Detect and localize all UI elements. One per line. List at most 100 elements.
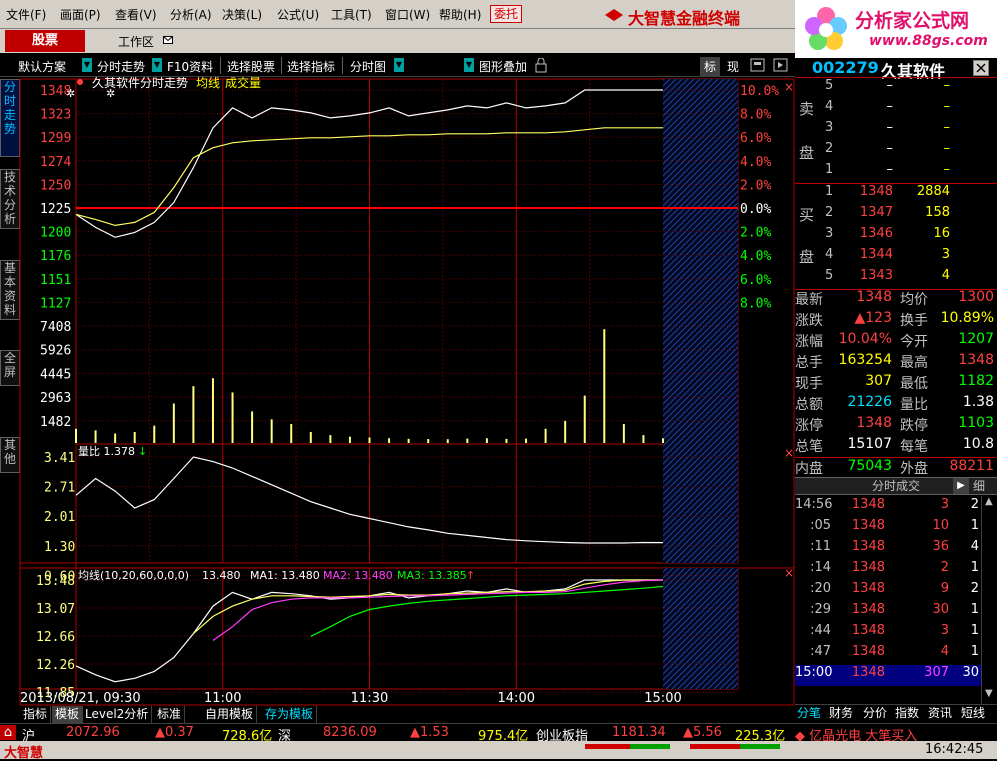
tick-row: 14:56 1348 3 2 [795, 497, 997, 518]
mail-icon[interactable] [163, 35, 173, 45]
tab-indicator[interactable]: 指标 [20, 706, 52, 723]
detail-button[interactable]: 细 [973, 478, 985, 494]
menu-analysis[interactable]: 分析(A) [170, 6, 212, 23]
tab-standard[interactable]: 标准 [154, 706, 186, 723]
tick-volume: 10 [932, 518, 949, 533]
toolbar-divider [342, 57, 343, 74]
tab-custom-template[interactable]: 自用模板 [202, 706, 258, 723]
volratio-tick-label: 2.71 [44, 481, 75, 496]
select-indicator-button[interactable]: 选择指标 [287, 58, 335, 75]
tick-row: :05 1348 10 1 [795, 518, 997, 539]
tab-level2[interactable]: Level2分析 [82, 706, 153, 723]
stat-label: 最低 [900, 376, 928, 392]
mark-button[interactable]: 标 [700, 57, 721, 76]
tick-time: :44 [810, 623, 831, 638]
ask-row[interactable]: 2 – – [795, 141, 997, 162]
intraday-select[interactable]: 分时走势 [97, 58, 145, 75]
f10-button[interactable]: F10资料 [167, 58, 213, 75]
scroll-up-icon[interactable]: ▲ [985, 496, 993, 507]
menu-file[interactable]: 文件(F) [6, 6, 46, 23]
tick-row: :11 1348 36 4 [795, 539, 997, 560]
percent-tick-label: 4.0% [740, 249, 771, 264]
ticker-home-icon[interactable]: ⌂ [0, 725, 16, 740]
ask-volume: – [943, 141, 951, 156]
percent-tick-label: 2.0% [740, 178, 771, 193]
indicator-tabs: 指标 模板 Level2分析 标准 自用模板 存为模板 [0, 706, 795, 723]
stat-label: 总手 [795, 355, 823, 371]
stat-value: 10.89% [940, 310, 994, 326]
menu-formula[interactable]: 公式(U) [277, 6, 319, 23]
tab-workspace[interactable]: 工作区 [118, 33, 154, 50]
menu-help[interactable]: 帮助(H) [439, 6, 481, 23]
clock: 16:42:45 [925, 742, 984, 757]
intraday-chart[interactable]: 1348 10.0%1323 8.0%1299 6.0%1274 4.0%1250 2.0… [0, 77, 795, 707]
bid-row[interactable]: 4 1344 3 [795, 247, 997, 268]
tick-price: 1348 [851, 539, 885, 554]
bid-level: 4 [825, 247, 834, 262]
intraday-chart-select[interactable]: 分时图 [350, 58, 386, 75]
bid-row[interactable]: 1 1348 2884 [795, 184, 997, 205]
down-ratio-bar-2 [740, 744, 780, 749]
ask-row[interactable]: 5 – – [795, 78, 997, 99]
stat-value: ▲123 [854, 310, 893, 326]
menu-decision[interactable]: 决策(L) [222, 6, 262, 23]
tab-finance[interactable]: 财务 [829, 705, 853, 722]
close-icon[interactable] [973, 60, 989, 76]
menu-tools[interactable]: 工具(T) [331, 6, 372, 23]
bid-level: 2 [825, 205, 834, 220]
ma-tick-label: 12.66 [36, 630, 75, 645]
save-template-button[interactable]: 存为模板 [262, 706, 318, 723]
chart-dropdown-icon[interactable]: ▼ [394, 58, 404, 72]
tab-news[interactable]: 资讯 [928, 705, 952, 722]
dzh-logo-icon [605, 9, 623, 21]
tab-price-dist[interactable]: 分价 [863, 705, 887, 722]
next-icon[interactable] [773, 58, 789, 73]
lock-icon[interactable] [534, 58, 548, 73]
ticks-scrollbar[interactable]: ▲ ▼ [981, 496, 997, 704]
ask-level: 1 [825, 162, 834, 177]
bid-row[interactable]: 3 1346 16 [795, 226, 997, 247]
current-button[interactable]: 现 [727, 58, 739, 75]
bid-price: 1347 [859, 205, 893, 220]
tab-short[interactable]: 短线 [961, 705, 985, 722]
tab-stock[interactable]: 股票 [5, 30, 85, 52]
tab-ticks[interactable]: 分笔 [797, 705, 821, 722]
tick-volume: 307 [924, 665, 949, 680]
stat-label: 最新 [795, 292, 823, 308]
quote-stat-row: 总额 21226 量比 1.38 [795, 394, 997, 415]
menu-screen[interactable]: 画面(P) [60, 6, 101, 23]
bid-price: 1348 [859, 184, 893, 199]
after-hours-region [663, 568, 738, 689]
bid-level: 5 [825, 268, 834, 283]
scroll-down-icon[interactable]: ▼ [985, 688, 993, 699]
ma1-label: MA1: 13.480 [250, 569, 320, 582]
menu-window[interactable]: 窗口(W) [385, 6, 430, 23]
ask-row[interactable]: 1 – – [795, 162, 997, 183]
ask-row[interactable]: 4 – – [795, 99, 997, 120]
overlay-dropdown-icon[interactable]: ▼ [464, 58, 474, 72]
ma-tick-label: 13.48 [36, 574, 75, 589]
tick-row: :47 1348 4 1 [795, 644, 997, 665]
stat-label: 量比 [900, 397, 928, 413]
percent-tick-label: 4.0% [740, 155, 771, 170]
intraday-dropdown-icon[interactable]: ▼ [152, 58, 162, 72]
tick-row: 15:00 1348 307 30 [795, 665, 997, 686]
bid-row[interactable]: 5 1343 4 [795, 268, 997, 289]
maximize-icon[interactable] [750, 58, 766, 73]
tab-template[interactable]: 模板 [52, 706, 84, 723]
bid-row[interactable]: 2 1347 158 [795, 205, 997, 226]
select-stock-button[interactable]: 选择股票 [227, 58, 275, 75]
order-button[interactable]: 委托 [490, 5, 522, 23]
play-icon[interactable]: ▶ [953, 478, 969, 494]
sz-change: ▲1.53 [410, 725, 449, 740]
stat-value: 1348 [856, 289, 892, 305]
ask-row[interactable]: 3 – – [795, 120, 997, 141]
ma-price-label: 13.480 [202, 569, 241, 582]
stat-value: 21226 [847, 394, 892, 410]
scheme-dropdown-icon[interactable]: ▼ [82, 58, 92, 72]
overlay-button[interactable]: 图形叠加 [479, 58, 527, 75]
menu-view[interactable]: 查看(V) [115, 6, 157, 23]
percent-tick-label: 8.0% [740, 296, 771, 311]
scheme-select[interactable]: 默认方案 [18, 58, 66, 75]
tab-index[interactable]: 指数 [895, 705, 919, 722]
